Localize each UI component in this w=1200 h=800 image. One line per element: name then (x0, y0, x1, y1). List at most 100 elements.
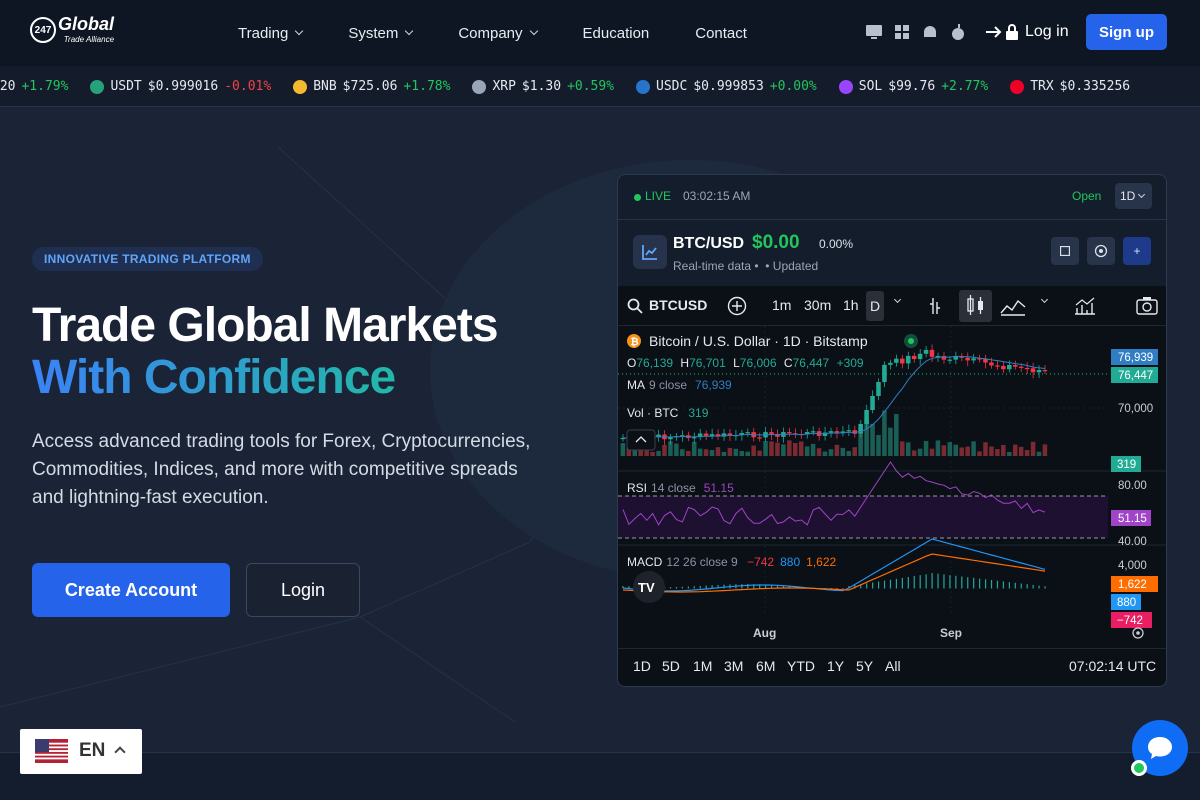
candle-body (876, 382, 881, 396)
volume-bar (923, 440, 929, 456)
volume-bar (1030, 441, 1036, 456)
symbol-search-input[interactable]: BTCUSD (649, 297, 707, 313)
volume-bar (1012, 444, 1018, 456)
ticker-item[interactable]: USDT $0.999016 -0.01% (90, 79, 271, 94)
range-1d[interactable]: 1D (633, 658, 651, 674)
macd-legend: MACD 12 26 close 9 −742 880 1,622 (627, 555, 836, 569)
indicators-icon[interactable] (1074, 296, 1096, 316)
range-all[interactable]: All (885, 658, 901, 674)
logo[interactable]: 247 Global Trade Alliance (30, 15, 114, 44)
nav-trading[interactable]: Trading (238, 25, 304, 42)
axis-ma-label: 76,939 (1118, 352, 1153, 364)
macd-hist-bar (913, 576, 915, 589)
nav-company-label: Company (458, 24, 523, 42)
svg-text:TV: TV (638, 580, 655, 595)
range-3m[interactable]: 3M (724, 658, 743, 674)
apple-icon[interactable] (949, 23, 967, 41)
login-link[interactable]: Log in (985, 22, 1069, 42)
interval-1h[interactable]: 1h (843, 297, 859, 313)
compare-plus-icon[interactable] (727, 296, 747, 316)
range-6m[interactable]: 6M (756, 658, 775, 674)
search-icon[interactable] (627, 298, 643, 314)
nav-education-label: Education (582, 24, 650, 42)
area-style-icon[interactable] (1000, 296, 1026, 316)
ticker-item[interactable]: SOL $99.76 +2.77% (838, 79, 989, 94)
macd-axis-top: 4,000 (1118, 560, 1147, 572)
volume-bar (876, 435, 881, 456)
macd-hist-bar (984, 579, 987, 589)
volume-bar (721, 451, 727, 456)
top-header: 247 Global Trade Alliance Trading System… (0, 0, 1200, 66)
macd-axis-macd: 880 (1117, 597, 1136, 609)
price-chart-canvas[interactable]: ₿ Bitcoin / U.S. Dollar · 1D · Bitstamp … (618, 326, 1167, 648)
chevron-down-icon[interactable] (893, 295, 902, 304)
volume-bar (840, 447, 846, 456)
volume-bar (989, 446, 994, 456)
ticker-item[interactable]: BNB $725.06 +1.78% (293, 79, 450, 94)
candle-body (745, 432, 750, 434)
bar-style-icon[interactable] (928, 296, 946, 316)
interval-1m[interactable]: 1m (772, 297, 791, 313)
volume-bar (763, 441, 768, 456)
ticker-item[interactable]: XRP $1.30 +0.59% (472, 79, 614, 94)
range-ytd[interactable]: YTD (787, 658, 815, 674)
stop-button[interactable] (1051, 237, 1079, 265)
timeframe-select[interactable]: 1D (1115, 183, 1152, 209)
macd-hist-bar (705, 585, 707, 589)
range-5d[interactable]: 5D (662, 658, 680, 674)
ticker-change: +2.77% (941, 79, 989, 94)
interval-d[interactable]: D (866, 291, 884, 321)
ticker-price: .20 (0, 79, 16, 94)
ticker-price: $0.335256 (1059, 79, 1131, 94)
candle-body (828, 431, 834, 433)
chevron-down-icon[interactable] (1040, 295, 1049, 304)
ticker-item[interactable]: USDC $0.999853 +0.00% (636, 79, 817, 94)
collapse-legend-button[interactable] (626, 429, 656, 451)
ticker-item[interactable]: .20 +1.79% (0, 79, 68, 94)
nav-contact[interactable]: Contact (695, 25, 747, 42)
candle-body (888, 362, 893, 365)
macd-hist-bar (1020, 583, 1022, 589)
updated-label: Updated (772, 259, 819, 273)
macd-hist-bar (925, 574, 927, 589)
volume-bar (781, 444, 786, 456)
nav-system[interactable]: System (348, 25, 414, 42)
candle-body (1012, 364, 1018, 367)
macd-hist-bar (1038, 585, 1040, 589)
widget-status-bar: LIVE 03:02:15 AM Open 1D (618, 175, 1166, 219)
volume-bar (620, 443, 626, 456)
desktop-icon[interactable] (865, 23, 883, 41)
candles-style-button[interactable] (959, 290, 992, 322)
volume-bar (977, 451, 982, 456)
chart-toolbar: BTCUSD 1m 30m 1h D (618, 286, 1166, 326)
language-selector[interactable]: EN (20, 729, 142, 774)
add-button[interactable]: + (1123, 237, 1151, 265)
create-account-button[interactable]: Create Account (32, 563, 230, 617)
candle-body (989, 362, 994, 366)
bnb-icon (293, 79, 308, 94)
camera-icon[interactable] (1136, 295, 1158, 315)
range-1y[interactable]: 1Y (827, 658, 844, 674)
windows-icon[interactable] (893, 23, 911, 41)
signup-button[interactable]: Sign up (1086, 14, 1167, 50)
macd-hist-bar (699, 585, 701, 589)
macd-hist-bar (1002, 581, 1005, 589)
ticker-item[interactable]: TRX $0.335256 (1010, 79, 1130, 94)
range-1m[interactable]: 1M (693, 658, 712, 674)
range-5y[interactable]: 5Y (856, 658, 873, 674)
login-button[interactable]: Login (246, 563, 360, 617)
android-icon[interactable] (921, 23, 939, 41)
interval-30m[interactable]: 30m (804, 297, 831, 313)
volume-bar (1042, 444, 1048, 456)
candle-body (947, 359, 953, 361)
platform-badge: INNOVATIVE TRADING PLATFORM (32, 247, 263, 271)
candle-body (864, 410, 869, 424)
target-button[interactable] (1087, 237, 1115, 265)
nav-company[interactable]: Company (458, 24, 538, 42)
candle-body (870, 396, 875, 410)
nav-education[interactable]: Education (583, 25, 650, 42)
volume-bar (947, 442, 953, 456)
candles-icon (967, 295, 983, 315)
widget-time: 03:02:15 AM (683, 189, 751, 203)
us-flag-icon (35, 739, 68, 763)
